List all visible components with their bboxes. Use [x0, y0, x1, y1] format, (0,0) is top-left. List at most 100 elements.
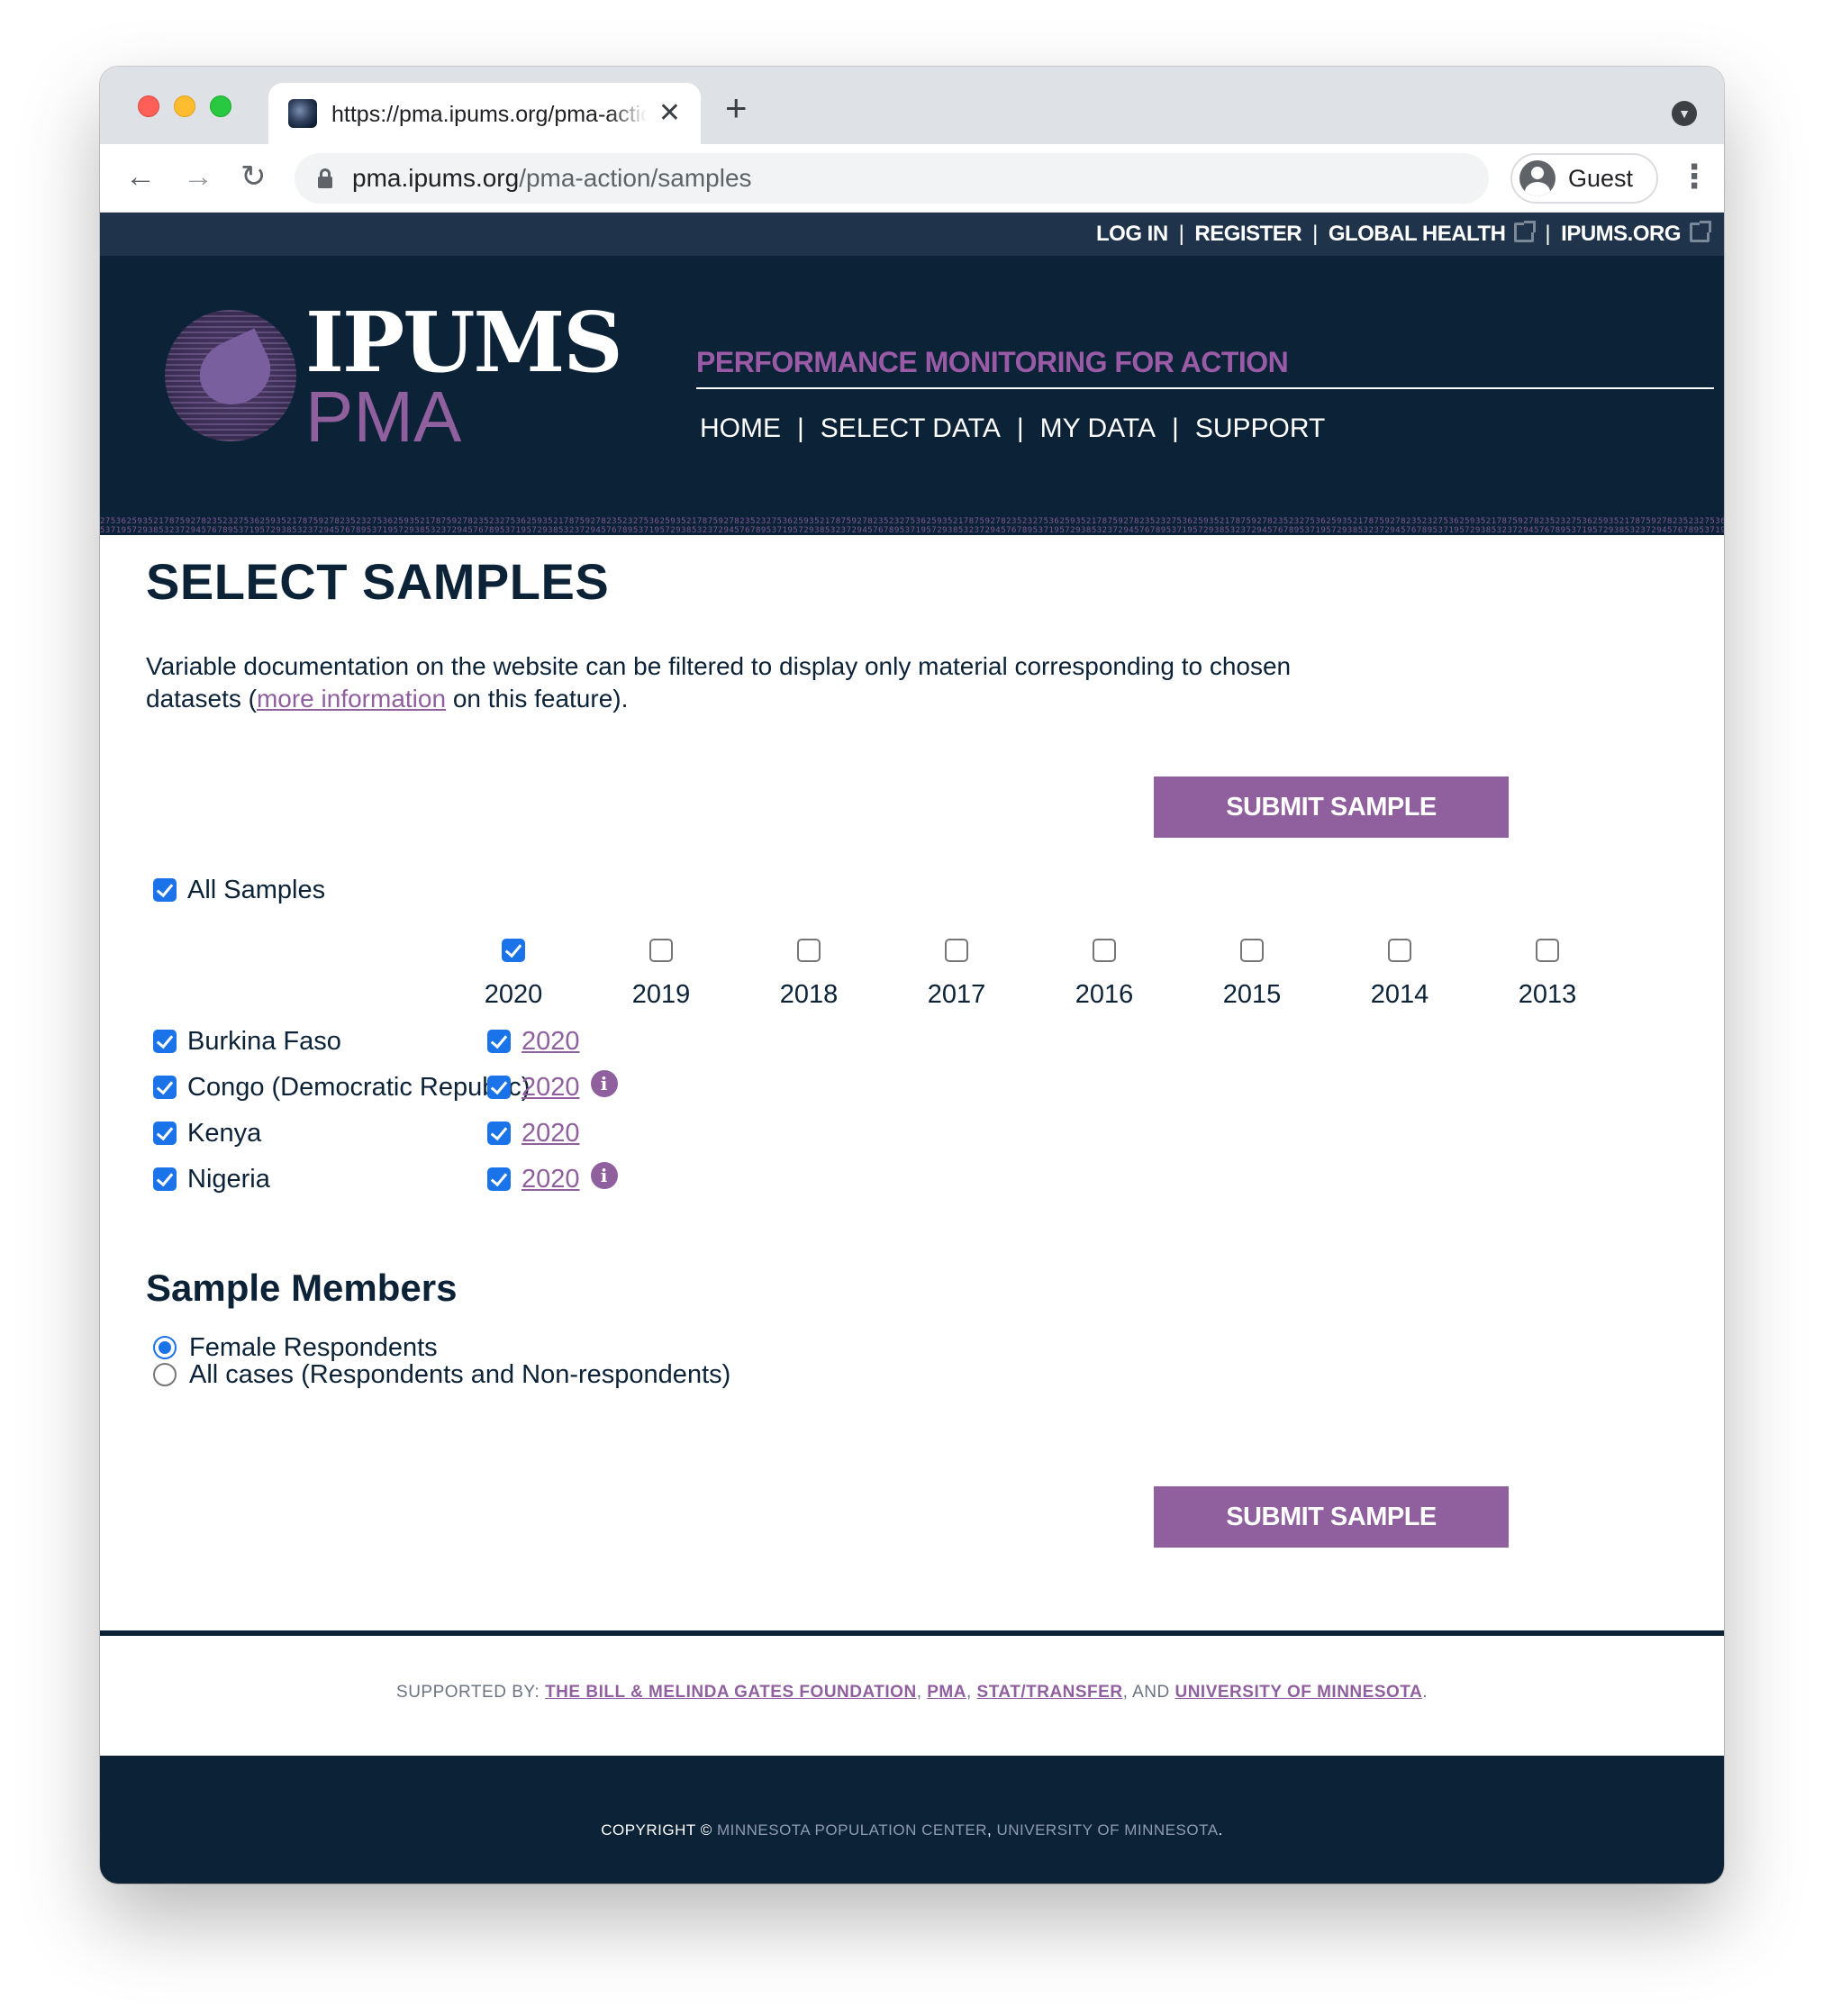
kebab-menu-icon[interactable]: ⋮: [1678, 157, 1710, 196]
footer-divider: [100, 1630, 1724, 1636]
external-link-icon: [1514, 221, 1537, 242]
country-name: Congo (Democratic Republic): [187, 1073, 531, 1102]
address-bar[interactable]: pma.ipums.org/pma-action/samples: [295, 153, 1489, 204]
year-checkbox[interactable]: [502, 939, 525, 962]
new-tab-button[interactable]: +: [725, 89, 748, 127]
sample-checkbox[interactable]: [487, 1167, 511, 1191]
ipums-favicon-icon: [288, 99, 317, 128]
nav-separator: |: [797, 413, 804, 443]
logo-ipums-text[interactable]: IPUMS: [305, 299, 623, 386]
separator: |: [1178, 222, 1184, 246]
sample-checkbox[interactable]: [487, 1076, 511, 1099]
year-column-2: 2018: [764, 939, 854, 1011]
female-respondents-radio[interactable]: [153, 1336, 177, 1359]
logo-pma-text[interactable]: PMA: [305, 378, 461, 456]
country-checkbox[interactable]: [153, 1076, 177, 1099]
browser-toolbar: ← → ↻ pma.ipums.org/pma-action/samples G…: [100, 144, 1724, 213]
all-cases-radio[interactable]: [153, 1363, 177, 1386]
country-row[interactable]: Burkina Faso: [153, 1023, 341, 1059]
year-label: 2015: [1222, 980, 1282, 1009]
year-column-7: 2013: [1502, 939, 1592, 1011]
submit-sample-selections-button-bottom[interactable]: SUBMIT SAMPLE SELECTIONS: [1154, 1486, 1509, 1593]
year-checkbox[interactable]: [945, 939, 968, 962]
year-column-3: 2017: [912, 939, 1002, 1011]
university-of-minnesota-link[interactable]: UNIVERSITY OF MINNESOTA: [1175, 1683, 1422, 1702]
info-icon[interactable]: i: [590, 1162, 618, 1189]
pma-link[interactable]: PMA: [927, 1683, 966, 1702]
ipums-org-link[interactable]: IPUMS.ORG: [1561, 221, 1711, 247]
nav-separator: |: [1016, 413, 1024, 443]
forward-arrow-icon[interactable]: →: [183, 159, 213, 195]
more-information-link[interactable]: more information: [257, 685, 446, 713]
umn-link[interactable]: UNIVERSITY OF MINNESOTA: [996, 1821, 1218, 1839]
nav-my-data[interactable]: MY DATA: [1040, 411, 1156, 447]
tab-close-icon[interactable]: ✕: [658, 99, 681, 128]
submit-sample-selections-button[interactable]: SUBMIT SAMPLE SELECTIONS: [1154, 776, 1509, 883]
tagline-divider: [696, 387, 1714, 389]
sample-checkbox[interactable]: [487, 1122, 511, 1145]
year-checkbox[interactable]: [1240, 939, 1264, 962]
all-samples-option[interactable]: All Samples: [153, 874, 325, 906]
country-row[interactable]: Congo (Democratic Republic): [153, 1069, 530, 1105]
year-checkbox[interactable]: [1093, 939, 1116, 962]
year-column-1: 2019: [616, 939, 706, 1011]
site-tagline: PERFORMANCE MONITORING FOR ACTION: [696, 346, 1289, 378]
country-checkbox[interactable]: [153, 1167, 177, 1191]
login-link[interactable]: LOG IN: [1096, 222, 1168, 247]
external-link-icon: [1690, 221, 1711, 242]
intro-text: Variable documentation on the website ca…: [146, 652, 1292, 713]
page-title: SELECT SAMPLES: [146, 553, 610, 610]
sample-cell: 2020: [487, 1115, 580, 1151]
nav-home[interactable]: HOME: [700, 411, 781, 447]
mpc-link[interactable]: MINNESOTA POPULATION CENTER: [717, 1821, 987, 1839]
lock-icon[interactable]: [318, 168, 332, 188]
url-text[interactable]: pma.ipums.org/pma-action/samples: [352, 162, 752, 195]
sample-members-title: Sample Members: [146, 1267, 458, 1309]
stat-transfer-link[interactable]: STAT/TRANSFER: [977, 1683, 1123, 1702]
sample-link[interactable]: 2020: [522, 1025, 580, 1058]
main-nav: HOME | SELECT DATA | MY DATA | SUPPORT: [700, 411, 1325, 447]
year-column-4: 2016: [1059, 939, 1149, 1011]
global-health-link[interactable]: GLOBAL HEALTH: [1329, 221, 1537, 247]
country-checkbox[interactable]: [153, 1122, 177, 1145]
all-samples-checkbox[interactable]: [153, 878, 177, 902]
year-label: 2017: [927, 980, 986, 1009]
sample-link[interactable]: 2020: [522, 1071, 580, 1103]
sample-link[interactable]: 2020: [522, 1163, 580, 1195]
year-column-0: 2020: [468, 939, 558, 1011]
sample-link[interactable]: 2020: [522, 1117, 580, 1149]
country-row[interactable]: Nigeria: [153, 1161, 270, 1197]
all-cases-option[interactable]: All cases (Respondents and Non-responden…: [153, 1358, 730, 1391]
browser-window: https://pma.ipums.org/pma-action/samples…: [100, 67, 1724, 1884]
nav-support[interactable]: SUPPORT: [1195, 411, 1325, 447]
supported-by-line: SUPPORTED BY: THE BILL & MELINDA GATES F…: [396, 1683, 1428, 1702]
browser-tab[interactable]: https://pma.ipums.org/pma-action/samples…: [268, 83, 701, 144]
register-link[interactable]: REGISTER: [1194, 222, 1301, 247]
country-name: Kenya: [187, 1119, 262, 1148]
close-window-button[interactable]: [138, 95, 159, 117]
utility-bar: LOG IN | REGISTER | GLOBAL HEALTH | IPUM…: [100, 213, 1724, 256]
year-checkbox[interactable]: [1536, 939, 1559, 962]
year-checkbox[interactable]: [1388, 939, 1411, 962]
profile-button[interactable]: Guest: [1510, 153, 1658, 204]
info-icon[interactable]: i: [590, 1070, 618, 1097]
nav-select-data[interactable]: SELECT DATA: [821, 411, 1001, 447]
back-arrow-icon[interactable]: ←: [125, 159, 156, 195]
gates-foundation-link[interactable]: THE BILL & MELINDA GATES FOUNDATION: [545, 1683, 917, 1702]
minimize-window-button[interactable]: [174, 95, 195, 117]
reload-icon[interactable]: ↻: [240, 159, 267, 195]
ipums-globe-logo-icon[interactable]: [165, 310, 296, 441]
year-label: 2013: [1518, 980, 1577, 1009]
sample-checkbox[interactable]: [487, 1030, 511, 1053]
country-row[interactable]: Kenya: [153, 1115, 261, 1151]
decorative-digit-band: 2753625935217875927823523275362593521787…: [100, 517, 1724, 535]
page: LOG IN | REGISTER | GLOBAL HEALTH | IPUM…: [100, 213, 1724, 1884]
year-checkbox[interactable]: [649, 939, 673, 962]
year-checkbox[interactable]: [797, 939, 821, 962]
separator: |: [1312, 222, 1318, 246]
year-label: 2020: [484, 980, 543, 1009]
year-label: 2018: [779, 980, 839, 1009]
country-checkbox[interactable]: [153, 1030, 177, 1053]
tab-search-icon[interactable]: ▼: [1672, 101, 1697, 126]
maximize-window-button[interactable]: [210, 95, 231, 117]
